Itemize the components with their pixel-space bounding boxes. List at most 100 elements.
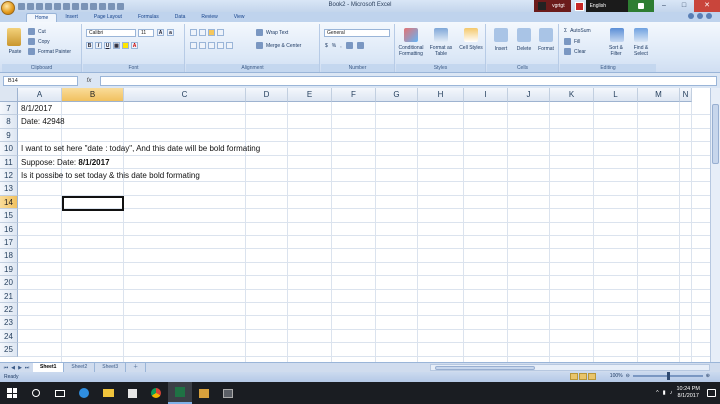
percent-button[interactable]: % [332,43,336,49]
tray-green-app[interactable] [628,0,654,12]
task-view-button[interactable] [48,382,72,404]
maximize-button[interactable]: □ [674,0,694,12]
column-header-e[interactable]: E [288,88,332,102]
italic-button[interactable]: I [95,42,102,49]
zoom-level[interactable]: 100% [610,373,623,379]
orientation-icon[interactable] [217,29,224,36]
insert-cells-button[interactable]: Insert [489,46,513,52]
zoom-out-icon[interactable]: ⊖ [626,373,630,379]
sheet-tab-sheet2[interactable]: Sheet2 [64,363,96,372]
column-header-h[interactable]: H [418,88,464,102]
currency-button[interactable]: $ [325,43,328,49]
network-icon[interactable]: ▮ [663,390,666,396]
sheet-tab-sheet1[interactable]: Sheet1 [33,363,65,372]
row-header-16[interactable]: 16 [0,222,18,236]
active-cell-b14[interactable] [62,195,124,211]
format-cells-icon[interactable] [539,28,553,42]
tab-review[interactable]: Review [193,13,225,22]
next-sheet-icon[interactable]: ▶ [17,365,23,371]
tab-page-layout[interactable]: Page Layout [86,13,130,22]
row-header-8[interactable]: 8 [0,115,18,129]
increase-indent-icon[interactable] [226,42,233,49]
autosum-button[interactable]: Σ AutoSum [564,28,591,34]
clock[interactable]: 10:24 PM 8/1/2017 [676,386,700,400]
conditional-formatting-icon[interactable] [404,28,418,42]
cell-a11[interactable]: Suppose: Date: 8/1/2017 [21,156,110,169]
paste-icon[interactable] [7,28,21,46]
conditional-formatting-button[interactable]: Conditional Formatting [396,45,426,57]
row-header-20[interactable]: 20 [0,276,18,290]
align-center-icon[interactable] [199,42,206,49]
start-button[interactable] [0,382,24,404]
format-painter-button[interactable]: Format Painter [28,48,71,55]
row-header-24[interactable]: 24 [0,329,18,344]
find-select-icon[interactable] [634,28,648,42]
number-format-select[interactable]: General [324,29,390,37]
bold-button[interactable]: B [86,42,93,49]
last-sheet-icon[interactable]: ⏭ [24,365,30,371]
cell-styles-button[interactable]: Cell Styles [457,45,485,51]
hscroll-thumb[interactable] [435,366,535,370]
align-right-icon[interactable] [208,42,215,49]
store-button[interactable] [120,382,144,404]
insert-cells-icon[interactable] [494,28,508,42]
column-header-d[interactable]: D [246,88,288,102]
tab-view[interactable]: View [226,13,253,22]
cut-button[interactable]: Cut [28,28,46,35]
select-all-button[interactable] [0,88,18,102]
formula-input[interactable] [100,75,717,86]
tab-home[interactable]: Home [26,13,58,22]
delete-cells-icon[interactable] [517,28,531,42]
normal-view-icon[interactable] [570,373,578,380]
fill-button[interactable]: Fill [564,38,580,45]
comma-button[interactable]: , [340,43,341,49]
row-header-7[interactable]: 7 [0,102,18,116]
language-indicator[interactable]: English [585,0,628,12]
cell-a10[interactable]: I want to set here "date : today", And t… [21,142,260,155]
close-button[interactable]: ✕ [694,0,720,12]
column-header-n[interactable]: N [680,88,692,102]
zoom-slider-knob[interactable] [666,372,670,380]
row-header-19[interactable]: 19 [0,262,18,277]
grow-font-icon[interactable]: A [157,29,164,36]
row-header-22[interactable]: 22 [0,303,18,317]
paste-button[interactable]: Paste [4,49,26,55]
row-header-21[interactable]: 21 [0,289,18,303]
excel-button[interactable] [168,382,192,404]
paint-button[interactable] [192,382,216,404]
row-header-11[interactable]: 11 [0,155,18,169]
search-button[interactable] [24,382,48,404]
ribbon-minimize-icon[interactable] [697,13,703,19]
column-header-k[interactable]: K [550,88,594,102]
copy-button[interactable]: Copy [28,38,50,45]
zoom-slider[interactable] [632,372,703,380]
notification-icon[interactable] [707,389,716,397]
wrap-text-button[interactable]: Wrap Text [256,29,288,36]
cell-a7[interactable]: 8/1/2017 [21,102,52,115]
font-name-select[interactable]: Calibri [86,29,136,37]
tab-formulas[interactable]: Formulas [130,13,167,22]
font-size-select[interactable]: 11 [138,29,154,37]
edge-button[interactable] [72,382,96,404]
format-table-button[interactable]: Format as Table [427,45,455,57]
tab-data[interactable]: Data [167,13,194,22]
name-box[interactable]: B14 [3,75,78,86]
chevron-up-icon[interactable]: ^ [656,390,659,396]
align-middle-icon[interactable] [199,29,206,36]
column-header-m[interactable]: M [638,88,680,102]
align-bottom-icon[interactable] [208,29,215,36]
column-header-g[interactable]: G [376,88,418,102]
sort-filter-button[interactable]: Sort & Filter [603,45,629,57]
column-header-l[interactable]: L [594,88,638,102]
horizontal-scrollbar[interactable] [430,364,710,371]
office-button[interactable] [1,1,15,15]
row-header-13[interactable]: 13 [0,182,18,196]
clear-button[interactable]: Clear [564,48,586,55]
tab-insert[interactable]: Insert [57,13,86,22]
delete-cells-button[interactable]: Delete [512,46,536,52]
format-table-icon[interactable] [434,28,448,42]
sheet-tab-sheet3[interactable]: Sheet3 [95,363,127,372]
vertical-scrollbar[interactable] [710,88,720,362]
decrease-indent-icon[interactable] [217,42,224,49]
underline-button[interactable]: U [104,42,111,49]
